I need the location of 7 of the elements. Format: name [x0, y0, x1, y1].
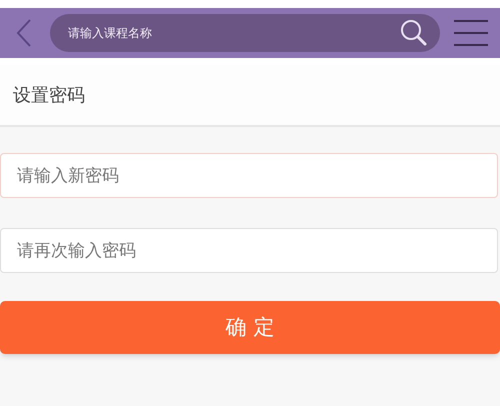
password-field[interactable]: 请再次输入密码 — [0, 228, 498, 273]
confirm-button[interactable]: 确 定 — [0, 301, 500, 354]
menu-icon[interactable] — [454, 20, 488, 46]
section-title: 设置密码 — [13, 84, 85, 108]
password-field[interactable]: 请输入新密码 — [0, 153, 498, 198]
search-field[interactable]: 请输入课程名称 — [50, 14, 440, 52]
search-icon[interactable] — [400, 19, 428, 47]
